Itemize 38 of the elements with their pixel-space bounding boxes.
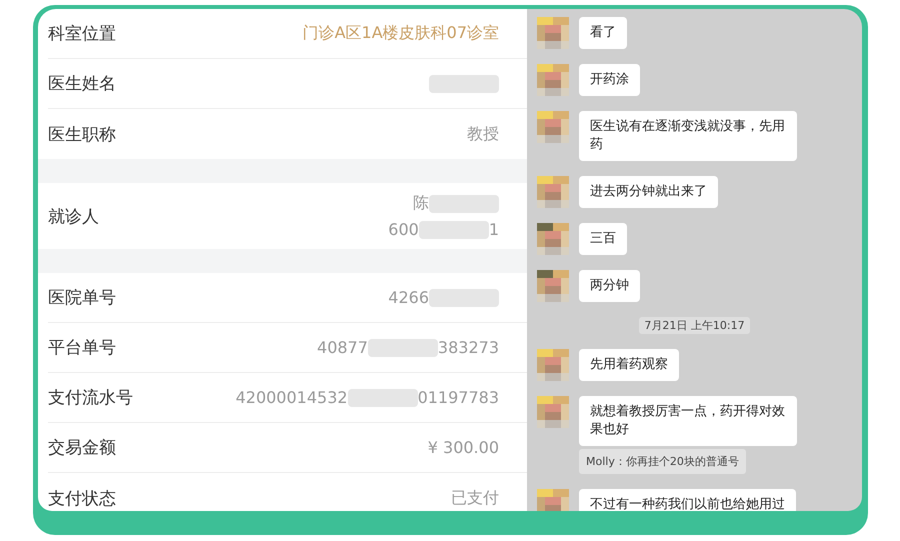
row-value: 383273 (438, 338, 499, 357)
row-label: 交易金额 (48, 437, 116, 459)
message-bubble: 就想着教授厉害一点，药开得对效果也好 (579, 396, 797, 446)
row-value: 1 (488, 220, 499, 239)
row-label: 支付流水号 (48, 387, 133, 409)
redaction-blur (429, 194, 499, 212)
message-bubble: 开药涂 (579, 64, 640, 96)
message-bubble: 医生说有在逐渐变浅就没事，先用药 (579, 111, 797, 161)
message-bubble: 进去两分钟就出来了 (579, 176, 718, 208)
timestamp: 7月21日 上午10:17 (639, 317, 750, 334)
row-value: 教授 (467, 124, 499, 144)
message-bubble: 两分钟 (579, 270, 640, 302)
row-value: 4266 (388, 288, 429, 307)
row-label: 科室位置 (48, 23, 116, 45)
row-value: 已支付 (451, 488, 499, 508)
row-value: ¥ 300.00 (428, 438, 499, 457)
redaction-blur (429, 288, 499, 306)
redaction-blur (418, 220, 489, 238)
row-value: 陈 (413, 193, 429, 214)
row-label: 支付状态 (48, 488, 116, 510)
redaction-blur (348, 388, 418, 406)
message-bubble: 看了 (579, 17, 627, 49)
row-value: 40877 (317, 338, 368, 357)
row-value: 01197783 (418, 388, 499, 407)
quoted-reply: Molly：你再挂个20块的普通号 (579, 449, 746, 474)
row-label: 平台单号 (48, 337, 116, 359)
row-value: 600 (388, 220, 419, 239)
row-value: 42000014532 (236, 388, 348, 407)
message-bubble: 先用着药观察 (579, 349, 679, 381)
row-label: 医生姓名 (48, 73, 116, 95)
row-label: 医院单号 (48, 287, 116, 309)
row-label: 医生职称 (48, 124, 116, 146)
redaction-blur (368, 338, 438, 356)
row-value: 门诊A区1A楼皮肤科07诊室 (302, 23, 499, 44)
redaction-blur (429, 74, 499, 92)
message-bubble: 不过有一种药我们以前也给她用过 (579, 489, 796, 511)
message-bubble: 三百 (579, 223, 627, 255)
row-label: 就诊人 (48, 206, 99, 228)
